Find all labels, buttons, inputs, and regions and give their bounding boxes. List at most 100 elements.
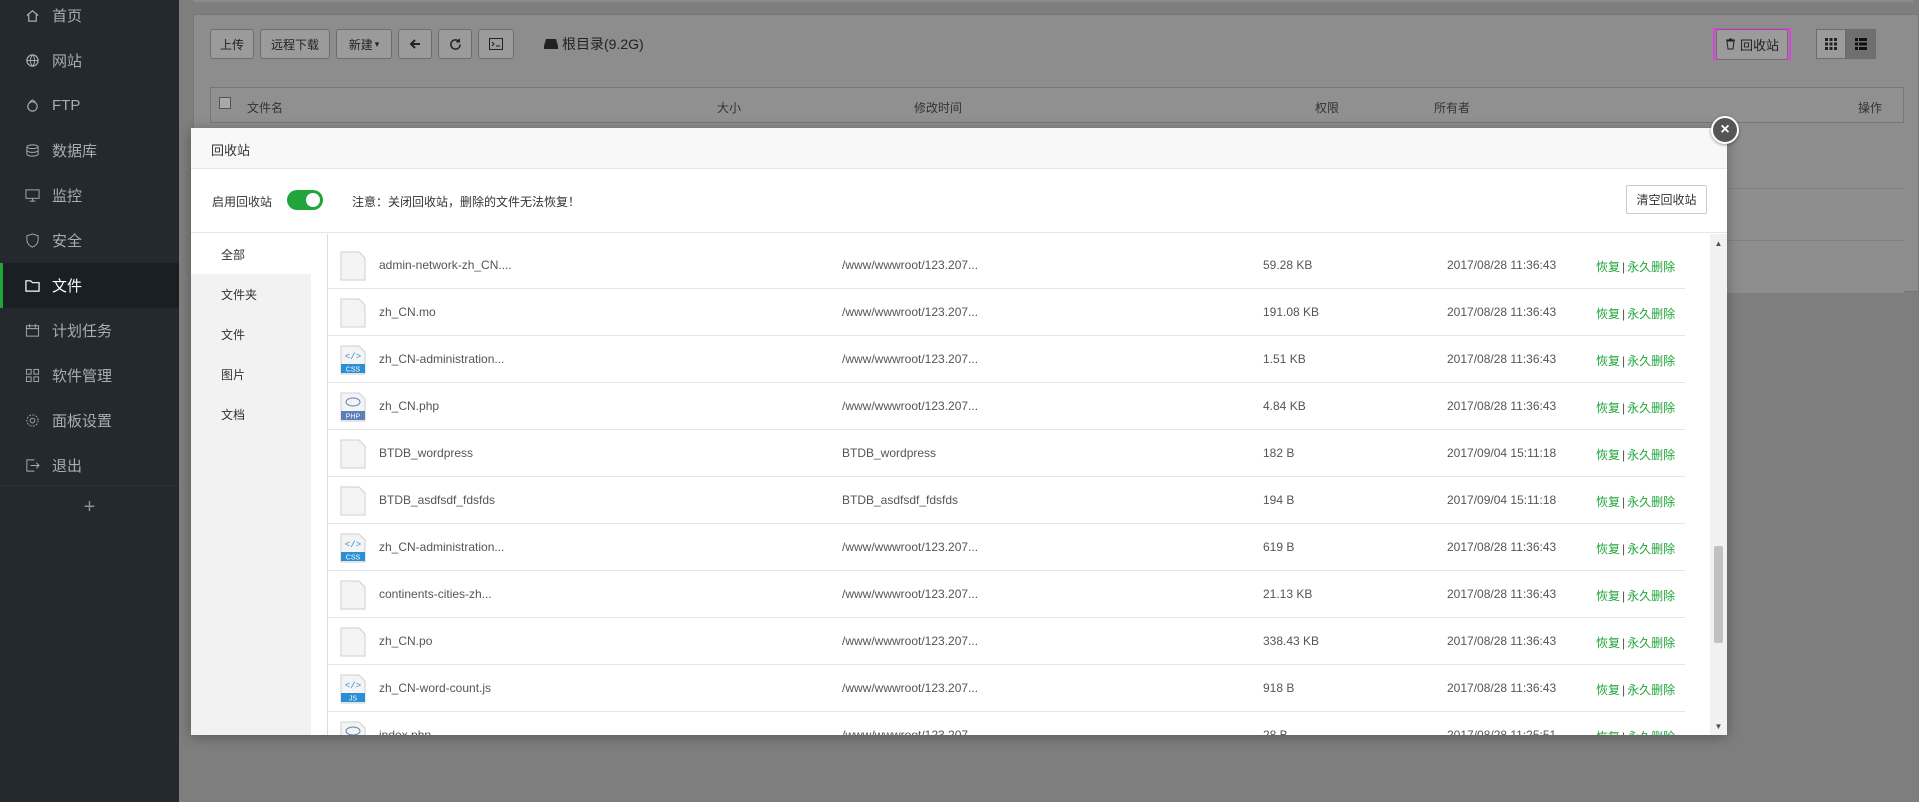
category-tab[interactable]: 图片 [191,354,311,394]
ftp-icon [24,98,40,114]
restore-link[interactable]: 恢复 [1596,636,1620,650]
list-view-button[interactable] [1846,29,1876,59]
sidebar-item-0[interactable]: 首页 [0,0,179,38]
scroll-down-icon[interactable]: ▼ [1710,719,1727,733]
file-name: zh_CN-administration... [379,352,505,366]
file-name: zh_CN.php [379,399,440,413]
sidebar-item-label: 退出 [52,458,83,475]
permanent-delete-link[interactable]: 永久删除 [1627,260,1675,274]
sidebar-item-7[interactable]: 计划任务 [0,308,179,353]
permanent-delete-link[interactable]: 永久删除 [1627,448,1675,462]
enable-recycle-toggle[interactable] [287,190,323,210]
restore-link[interactable]: 恢复 [1596,401,1620,415]
permanent-delete-link[interactable]: 永久删除 [1627,730,1675,735]
permanent-delete-link[interactable]: 永久删除 [1627,401,1675,415]
restore-link[interactable]: 恢复 [1596,683,1620,697]
terminal-button[interactable] [478,29,514,59]
php-file-icon: PHP [340,721,366,735]
sidebar-item-1[interactable]: 网站 [0,38,179,83]
clear-recycle-bin-button[interactable]: 清空回收站 [1626,185,1707,214]
table-row: PHP zh_CN.php/www/wwwroot/123.207... 4.84 … [328,383,1685,430]
recycle-bin-label: 回收站 [1739,37,1779,53]
refresh-button[interactable] [438,29,472,59]
svg-text:JS: JS [349,696,358,703]
sidebar-item-10[interactable]: 退出 [0,443,179,488]
permanent-delete-link[interactable]: 永久删除 [1627,307,1675,321]
col-mtime[interactable]: 修改时间 [914,99,962,116]
category-tab[interactable]: 文档 [191,394,311,434]
file-size: 59.28 KB [1263,258,1313,272]
grid-view-button[interactable] [1816,29,1846,59]
root-directory-label[interactable]: 根目录(9.2G) [544,34,644,54]
recycle-bin-button-highlight[interactable]: 回收站 [1713,28,1791,60]
new-button[interactable]: 新建 ▾ [336,29,392,59]
back-button[interactable] [398,29,432,59]
restore-link[interactable]: 恢复 [1596,448,1620,462]
sidebar-item-9[interactable]: 面板设置 [0,398,179,443]
permanent-delete-link[interactable]: 永久删除 [1627,589,1675,603]
sidebar-item-4[interactable]: 监控 [0,173,179,218]
file-name: index.php [379,728,432,735]
file-icon [340,580,366,610]
row-actions: 恢复|永久删除 [1596,634,1675,651]
file-name: BTDB_wordpress [379,446,474,460]
col-size[interactable]: 大小 [717,99,741,116]
restore-link[interactable]: 恢复 [1596,730,1620,735]
action-separator: | [1622,307,1626,321]
remote-download-button[interactable]: 远程下载 [260,29,330,59]
table-row: CSS </> zh_CN-administration... /www/wwwroo… [328,524,1685,571]
file-time: 2017/09/04 15:11:18 [1447,446,1557,460]
list-scrollbar[interactable]: ▲ ▼ [1710,234,1727,735]
svg-text:CSS: CSS [346,555,361,562]
category-tab[interactable]: 文件 [191,314,311,354]
globe-icon [24,53,40,69]
restore-link[interactable]: 恢复 [1596,260,1620,274]
sidebar-item-label: 计划任务 [52,323,113,340]
restore-link[interactable]: 恢复 [1596,354,1620,368]
sidebar-item-label: 文件 [52,278,83,295]
row-actions: 恢复|永久删除 [1596,493,1675,510]
sidebar-item-8[interactable]: 软件管理 [0,353,179,398]
sidebar-item-5[interactable]: 安全 [0,218,179,263]
category-tab[interactable]: 全部 [191,234,311,274]
row-actions: 恢复|永久删除 [1596,446,1675,463]
file-time: 2017/08/28 11:36:43 [1447,681,1557,695]
row-actions: 恢复|永久删除 [1596,728,1675,735]
close-icon[interactable]: × [1711,116,1739,144]
file-icon [340,486,366,516]
restore-link[interactable]: 恢复 [1596,495,1620,509]
category-tab[interactable]: 文件夹 [191,274,311,314]
sidebar-item-3[interactable]: 数据库 [0,128,179,173]
scroll-thumb[interactable] [1714,546,1723,643]
table-row: CSS </> zh_CN-administration... /www/wwwroo… [328,336,1685,383]
add-shortcut-button[interactable]: + [0,492,179,522]
permanent-delete-link[interactable]: 永久删除 [1627,683,1675,697]
sidebar-item-6[interactable]: 文件 [0,263,179,308]
permanent-delete-link[interactable]: 永久删除 [1627,636,1675,650]
table-row: JS </> zh_CN-word-count.js/www/wwwroot/123… [328,665,1685,712]
file-path: /www/wwwroot/123.207... [842,634,979,648]
permanent-delete-link[interactable]: 永久删除 [1627,354,1675,368]
svg-text:PHP: PHP [346,414,361,421]
permanent-delete-link[interactable]: 永久删除 [1627,495,1675,509]
upload-button[interactable]: 上传 [210,29,254,59]
col-filename[interactable]: 文件名 [247,99,283,116]
file-size: 28 B [1263,728,1288,735]
file-path: /www/wwwroot/123.207... [842,258,979,272]
restore-link[interactable]: 恢复 [1596,307,1620,321]
file-time: 2017/08/28 11:36:43 [1447,305,1557,319]
sidebar-item-2[interactable]: FTP [0,83,179,128]
restore-link[interactable]: 恢复 [1596,542,1620,556]
sidebar-item-label: 网站 [52,53,83,70]
recycle-bin-button[interactable]: 回收站 [1715,28,1788,60]
chevron-down-icon: ▾ [374,38,380,49]
file-path: BTDB_wordpress [842,446,937,460]
scroll-up-icon[interactable]: ▲ [1710,236,1727,250]
select-all-checkbox[interactable] [219,97,231,109]
sidebar-item-label: 面板设置 [52,413,113,430]
permanent-delete-link[interactable]: 永久删除 [1627,542,1675,556]
file-name: admin-network-zh_CN.... [379,258,512,272]
terminal-icon [489,38,503,50]
restore-link[interactable]: 恢复 [1596,589,1620,603]
file-time: 2017/08/28 11:36:43 [1447,352,1557,366]
